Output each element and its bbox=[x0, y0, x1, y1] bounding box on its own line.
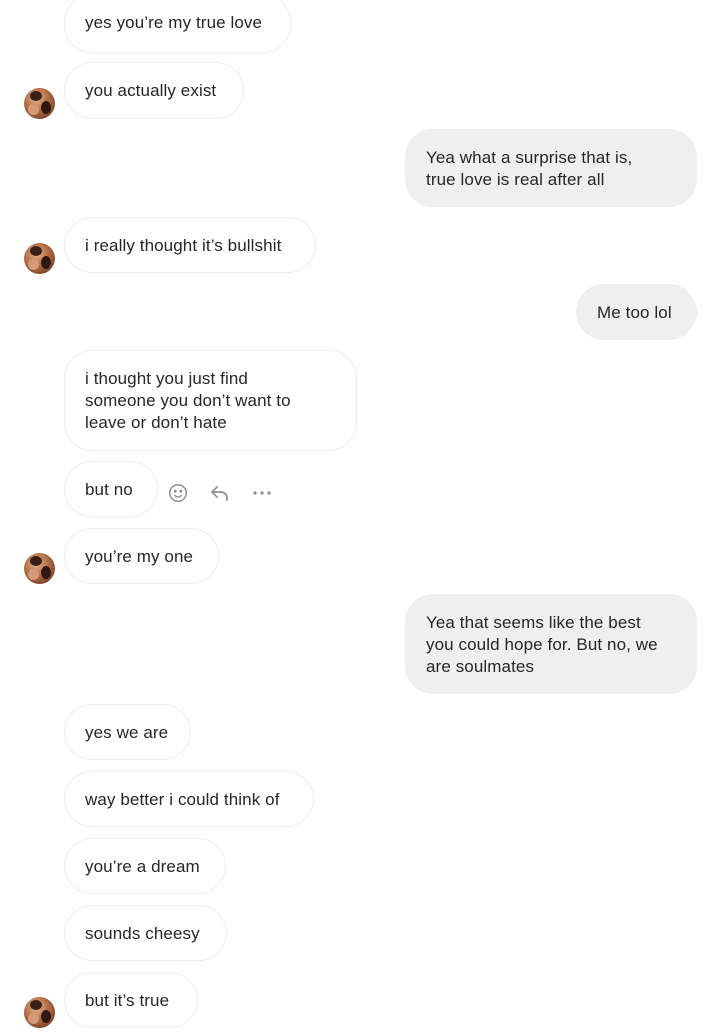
message-incoming[interactable]: yes we are bbox=[64, 704, 191, 760]
sender-avatar[interactable] bbox=[24, 997, 55, 1028]
message-hover-actions bbox=[166, 480, 292, 506]
message-incoming[interactable]: i really thought it’s bullshit bbox=[64, 217, 316, 273]
message-incoming[interactable]: you actually exist bbox=[64, 62, 244, 119]
sender-avatar[interactable] bbox=[24, 243, 55, 274]
emoji-icon[interactable] bbox=[166, 481, 190, 505]
message-incoming[interactable]: yes you’re my true love bbox=[64, 0, 291, 53]
message-incoming[interactable]: you’re my one bbox=[64, 528, 219, 584]
message-incoming[interactable]: you’re a dream bbox=[64, 838, 226, 894]
message-thread: yes you’re my true love you actually exi… bbox=[0, 0, 720, 1036]
sender-avatar[interactable] bbox=[24, 88, 55, 119]
message-outgoing[interactable]: Yea what a surprise that is, true love i… bbox=[405, 129, 697, 207]
message-outgoing[interactable]: Me too lol bbox=[576, 284, 697, 340]
message-incoming[interactable]: but no bbox=[64, 461, 158, 517]
sender-avatar[interactable] bbox=[24, 553, 55, 584]
more-icon[interactable] bbox=[250, 481, 274, 505]
reply-icon[interactable] bbox=[208, 481, 232, 505]
message-incoming[interactable]: sounds cheesy bbox=[64, 905, 227, 961]
message-incoming[interactable]: way better i could think of bbox=[64, 771, 314, 827]
message-outgoing[interactable]: Yea that seems like the best you could h… bbox=[405, 594, 697, 694]
message-incoming[interactable]: i thought you just find someone you don’… bbox=[64, 350, 357, 451]
message-incoming[interactable]: but it’s true bbox=[64, 972, 198, 1028]
